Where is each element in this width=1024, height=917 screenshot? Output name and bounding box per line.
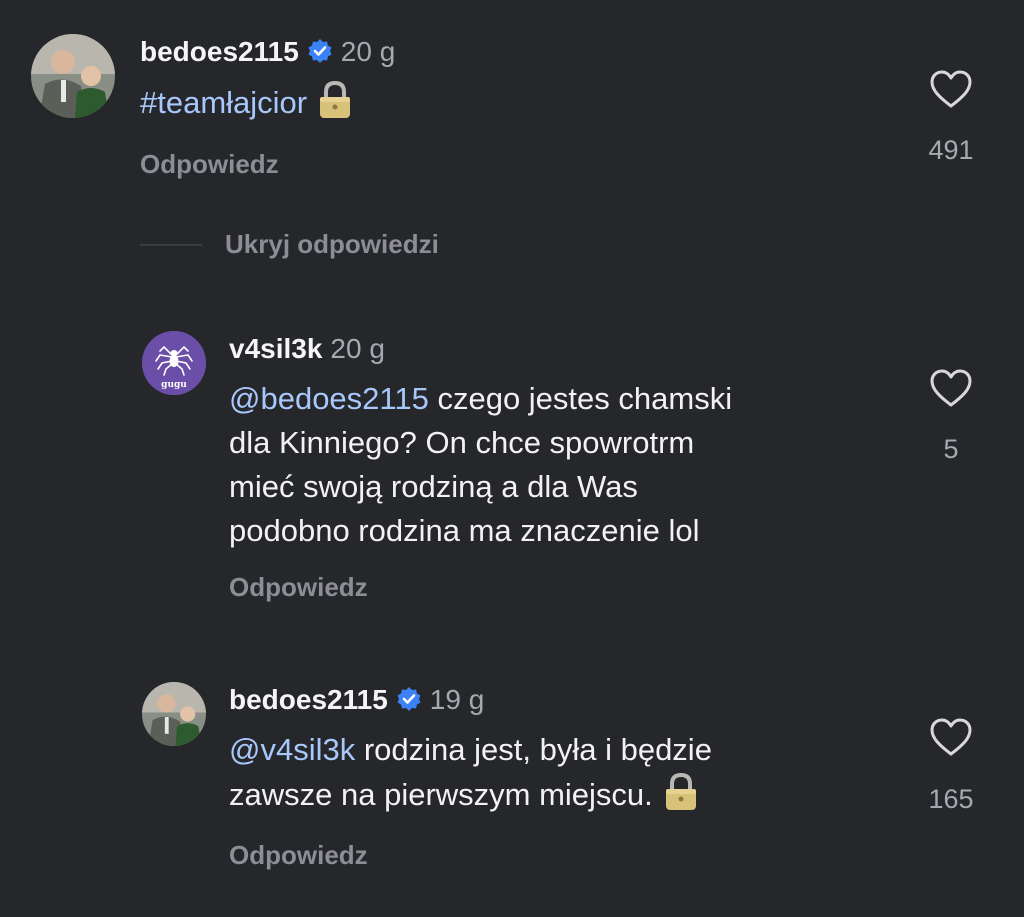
heart-icon[interactable] (929, 717, 973, 757)
timestamp: 20 g (330, 333, 385, 364)
photo-avatar-icon (31, 34, 115, 118)
username[interactable]: bedoes2115 (140, 36, 299, 67)
reply-button[interactable]: Odpowiedz (229, 842, 368, 868)
comment-line-text: czego jestes chamski (428, 381, 733, 416)
avatar[interactable] (31, 34, 115, 118)
heart-icon[interactable] (929, 368, 973, 408)
username[interactable]: bedoes2115 (229, 684, 388, 715)
comment-header: bedoes2115 20 g (140, 38, 395, 66)
reply-button[interactable]: Odpowiedz (140, 151, 279, 177)
heart-icon[interactable] (929, 69, 973, 109)
mention-link[interactable]: @v4sil3k (229, 732, 355, 767)
avatar[interactable] (142, 682, 206, 746)
spider-icon: gugu (142, 331, 206, 395)
like-count: 165 (928, 784, 974, 814)
verified-badge-icon (308, 39, 332, 63)
comment-line: mieć swoją rodziną a dla Was (229, 469, 638, 504)
photo-avatar-icon (142, 682, 206, 746)
comment-text: @bedoes2115 czego jestes chamski dla Kin… (229, 377, 732, 553)
comment-text: #teamłajcior (140, 80, 353, 125)
timestamp: 20 g (340, 36, 396, 67)
comment-line-text: rodzina jest, była i będzie (355, 732, 712, 767)
comment-header: v4sil3k 20 g (229, 335, 385, 363)
comment-line: dla Kinniego? On chce spowrotrm (229, 425, 695, 460)
username[interactable]: v4sil3k (229, 333, 322, 364)
mention-link[interactable]: @bedoes2115 (229, 381, 429, 416)
lock-emoji-icon (320, 80, 351, 118)
comment-line-text: zawsze na pierwszym miejscu. (229, 777, 653, 812)
avatar-label: gugu (161, 380, 187, 390)
verified-badge-icon (397, 687, 421, 711)
hide-replies-button[interactable]: Ukryj odpowiedzi (225, 231, 439, 257)
like-count: 5 (943, 434, 959, 464)
divider (140, 244, 202, 246)
comment-line: zawsze na pierwszym miejscu. (229, 772, 712, 817)
comment-line: podobno rodzina ma znaczenie lol (229, 513, 700, 548)
comment-header: bedoes2115 19 g (229, 686, 484, 714)
comment-line: @bedoes2115 czego jestes chamski (229, 377, 732, 421)
hashtag-link[interactable]: #teamłajcior (140, 85, 307, 120)
avatar[interactable]: gugu (142, 331, 206, 395)
comment-line: @v4sil3k rodzina jest, była i będzie (229, 728, 712, 772)
timestamp: 19 g (429, 684, 485, 715)
reply-button[interactable]: Odpowiedz (229, 574, 368, 600)
comment-text: @v4sil3k rodzina jest, była i będzie zaw… (229, 728, 712, 817)
like-count: 491 (928, 135, 974, 165)
lock-emoji-icon (665, 772, 696, 810)
